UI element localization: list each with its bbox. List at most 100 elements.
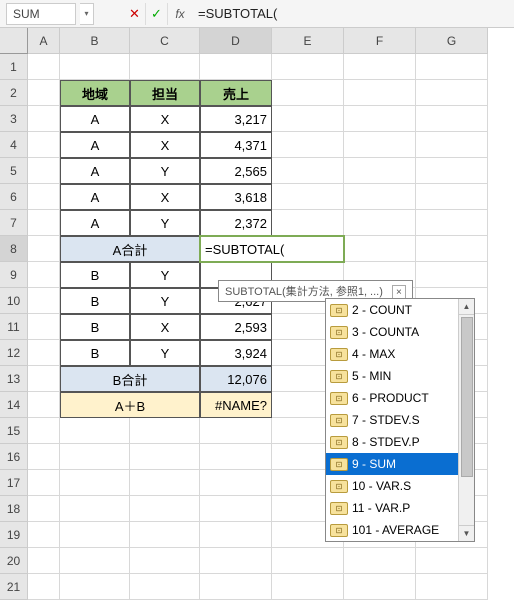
col-B[interactable]: B: [60, 28, 130, 54]
cell[interactable]: [130, 444, 200, 470]
header-rep[interactable]: 担当: [130, 80, 200, 106]
cell-region[interactable]: A: [60, 184, 130, 210]
scrollbar[interactable]: ▲ ▼: [458, 299, 474, 541]
header-sales[interactable]: 売上: [200, 80, 272, 106]
dropdown-item[interactable]: ⊡6 - PRODUCT: [326, 387, 474, 409]
cell[interactable]: [28, 132, 60, 158]
cell-rep[interactable]: X: [130, 106, 200, 132]
row-18[interactable]: 18: [0, 496, 28, 522]
cell[interactable]: [28, 288, 60, 314]
dropdown-item[interactable]: ⊡10 - VAR.S: [326, 475, 474, 497]
fx-icon[interactable]: fx: [168, 7, 192, 21]
enter-button[interactable]: ✓: [146, 3, 168, 25]
cell[interactable]: [272, 158, 344, 184]
subtotal-b-label[interactable]: B合計: [60, 366, 200, 392]
cell[interactable]: [344, 210, 416, 236]
dropdown-item[interactable]: ⊡5 - MIN: [326, 365, 474, 387]
cell-region[interactable]: A: [60, 106, 130, 132]
row-6[interactable]: 6: [0, 184, 28, 210]
cell[interactable]: [28, 54, 60, 80]
name-box[interactable]: SUM: [6, 3, 76, 25]
row-17[interactable]: 17: [0, 470, 28, 496]
subtotal-a-label[interactable]: A合計: [60, 236, 200, 262]
col-D[interactable]: D: [200, 28, 272, 54]
cell-rep[interactable]: Y: [130, 262, 200, 288]
cell[interactable]: [200, 470, 272, 496]
row-15[interactable]: 15: [0, 418, 28, 444]
cell[interactable]: [28, 80, 60, 106]
row-1[interactable]: 1: [0, 54, 28, 80]
cell[interactable]: [28, 574, 60, 600]
cell-region[interactable]: A: [60, 210, 130, 236]
cell[interactable]: [272, 132, 344, 158]
header-region[interactable]: 地域: [60, 80, 130, 106]
cell[interactable]: [60, 444, 130, 470]
cell-rep[interactable]: X: [130, 184, 200, 210]
cell[interactable]: [416, 132, 488, 158]
cell[interactable]: [200, 548, 272, 574]
cell[interactable]: [28, 262, 60, 288]
cell[interactable]: [344, 80, 416, 106]
cell[interactable]: [130, 470, 200, 496]
select-all-corner[interactable]: [0, 28, 28, 54]
col-E[interactable]: E: [272, 28, 344, 54]
subtotal-a-value-editing[interactable]: =SUBTOTAL(: [200, 236, 344, 262]
cell[interactable]: [130, 54, 200, 80]
cell[interactable]: [272, 548, 344, 574]
cell-sales[interactable]: 3,618: [200, 184, 272, 210]
cell[interactable]: [272, 184, 344, 210]
cell[interactable]: [200, 574, 272, 600]
cell[interactable]: [200, 418, 272, 444]
col-C[interactable]: C: [130, 28, 200, 54]
cell[interactable]: [416, 574, 488, 600]
cell[interactable]: [28, 314, 60, 340]
cell[interactable]: [272, 574, 344, 600]
cell[interactable]: [28, 236, 60, 262]
cell[interactable]: [416, 106, 488, 132]
row-10[interactable]: 10: [0, 288, 28, 314]
row-20[interactable]: 20: [0, 548, 28, 574]
cell[interactable]: [60, 548, 130, 574]
name-box-dropdown[interactable]: ▾: [80, 3, 94, 25]
cell[interactable]: [272, 106, 344, 132]
cell-rep[interactable]: X: [130, 132, 200, 158]
col-F[interactable]: F: [344, 28, 416, 54]
cell[interactable]: [60, 54, 130, 80]
cell[interactable]: [28, 366, 60, 392]
cell[interactable]: [28, 444, 60, 470]
row-11[interactable]: 11: [0, 314, 28, 340]
cell[interactable]: [416, 184, 488, 210]
row-8[interactable]: 8: [0, 236, 28, 262]
row-14[interactable]: 14: [0, 392, 28, 418]
cell[interactable]: [416, 548, 488, 574]
cell-sales[interactable]: 3,924: [200, 340, 272, 366]
cell-sales[interactable]: 4,371: [200, 132, 272, 158]
cell[interactable]: [200, 444, 272, 470]
cell[interactable]: [60, 522, 130, 548]
dropdown-item[interactable]: ⊡9 - SUM: [326, 453, 474, 475]
cell-rep[interactable]: Y: [130, 340, 200, 366]
cell[interactable]: [200, 496, 272, 522]
cell[interactable]: [60, 496, 130, 522]
cell[interactable]: [272, 210, 344, 236]
cell-rep[interactable]: Y: [130, 288, 200, 314]
cell[interactable]: [60, 470, 130, 496]
dropdown-item[interactable]: ⊡101 - AVERAGE: [326, 519, 474, 541]
cell[interactable]: [344, 236, 416, 262]
cell[interactable]: [60, 418, 130, 444]
cell-sales[interactable]: 2,372: [200, 210, 272, 236]
row-21[interactable]: 21: [0, 574, 28, 600]
row-4[interactable]: 4: [0, 132, 28, 158]
cell-sales[interactable]: 2,593: [200, 314, 272, 340]
row-13[interactable]: 13: [0, 366, 28, 392]
cell[interactable]: [28, 522, 60, 548]
cell-region[interactable]: B: [60, 288, 130, 314]
cell[interactable]: [28, 548, 60, 574]
cell-rep[interactable]: X: [130, 314, 200, 340]
row-19[interactable]: 19: [0, 522, 28, 548]
cell-region[interactable]: A: [60, 132, 130, 158]
cell[interactable]: [200, 522, 272, 548]
cell[interactable]: [130, 522, 200, 548]
cell[interactable]: [416, 210, 488, 236]
row-7[interactable]: 7: [0, 210, 28, 236]
